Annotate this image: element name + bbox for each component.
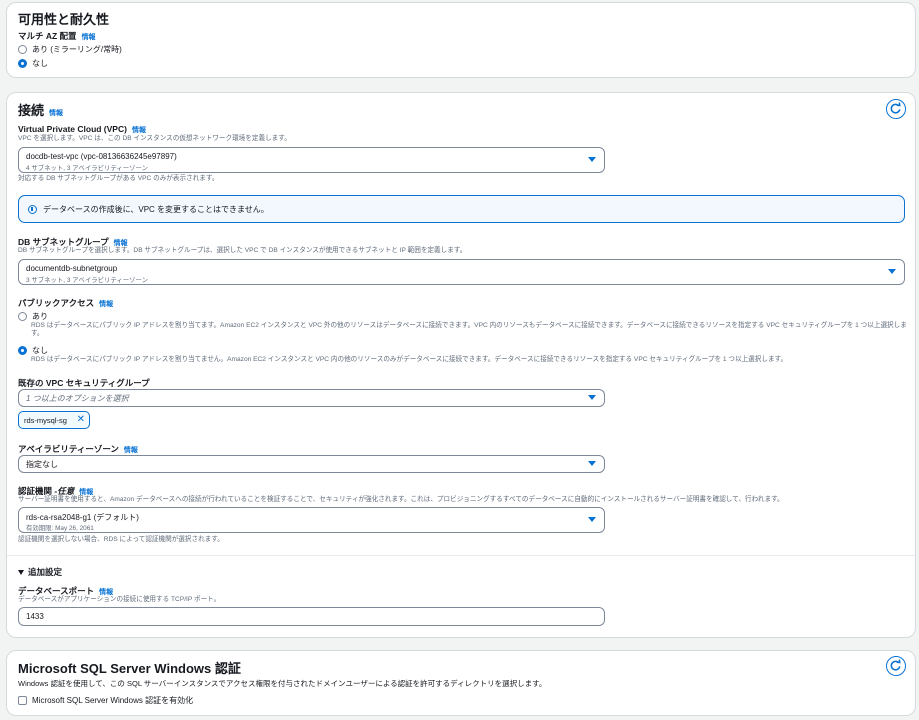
security-group-placeholder: 1 つ以上のオプションを選択 <box>26 394 129 403</box>
az-select[interactable]: 指定なし <box>18 455 605 473</box>
security-group-token: rds-mysql-sg ✕ <box>18 411 90 429</box>
ca-description: サーバー証明書を使用すると、Amazon データベースへの接続が行われていること… <box>18 496 784 503</box>
windows-auth-checkbox-label: Microsoft SQL Server Windows 認証を有効化 <box>32 696 194 705</box>
security-group-select[interactable]: 1 つ以上のオプションを選択 <box>18 389 605 407</box>
multi-az-option-yes[interactable]: あり (ミラーリング/常時) <box>18 44 122 55</box>
az-label: アベイラビリティーゾーン <box>18 444 119 454</box>
radio-label: あり (ミラーリング/常時) <box>32 45 122 54</box>
connectivity-title: 接続 <box>18 103 45 118</box>
radio-label: なし <box>32 59 48 68</box>
az-select-value: 指定なし <box>26 460 58 469</box>
radio-label: あり <box>32 312 48 321</box>
availability-title: 可用性と耐久性 <box>18 12 110 27</box>
caret-down-icon <box>588 461 596 466</box>
vpc-select-sub: 4 サブネット, 3 アベイラビリティーゾーン <box>26 165 149 172</box>
subnet-group-description: DB サブネットグループを選択します。DB サブネットグループは、選択した VP… <box>18 247 467 254</box>
caret-down-icon <box>588 157 596 162</box>
radio-label: なし <box>32 346 48 355</box>
subnet-group-select-sub: 3 サブネット, 3 アベイラビリティーゾーン <box>26 277 149 284</box>
info-circle-icon <box>28 204 37 214</box>
additional-settings-toggle[interactable]: 追加設定 <box>18 566 62 578</box>
triangle-down-icon <box>18 569 24 575</box>
port-input-value: 1433 <box>26 612 44 621</box>
vpc-info-link[interactable]: 情報 <box>132 125 146 135</box>
public-access-yes-description: RDS はデータベースにパブリック IP アドレスを割り当てます。Amazon … <box>31 322 907 338</box>
subnet-group-select-value: documentdb-subnetgroup <box>26 264 118 273</box>
radio-button-selected[interactable] <box>18 346 27 355</box>
public-access-option-yes[interactable]: あり <box>18 311 48 322</box>
security-group-label: 既存の VPC セキュリティグループ <box>18 378 150 388</box>
connectivity-info-link[interactable]: 情報 <box>49 108 63 118</box>
ca-select-value: rds-ca-rsa2048-g1 (デフォルト) <box>26 513 139 522</box>
caret-down-icon <box>588 517 596 522</box>
ca-hint: 認証機関を選択しない場合、RDS によって認証機関が選択されます。 <box>18 536 224 543</box>
multi-az-label: マルチ AZ 配置 <box>18 31 77 41</box>
connectivity-panel: 接続 情報 Virtual Private Cloud (VPC) 情報 VPC… <box>6 92 916 638</box>
vpc-description: VPC を選択します。VPC は、この DB インスタンスの仮想ネットワーク環境… <box>18 135 291 142</box>
vpc-alert-text: データベースの作成後に、VPC を変更することはできません。 <box>43 204 269 214</box>
vpc-select-value: docdb-test-vpc (vpc-08136636245e97897) <box>26 152 177 161</box>
availability-panel: 可用性と耐久性 マルチ AZ 配置 情報 あり (ミラーリング/常時) なし <box>6 2 916 78</box>
vpc-label: Virtual Private Cloud (VPC) <box>18 124 127 134</box>
radio-button[interactable] <box>18 45 27 54</box>
close-icon[interactable]: ✕ <box>77 414 85 426</box>
vpc-select[interactable]: docdb-test-vpc (vpc-08136636245e97897) 4… <box>18 147 605 173</box>
ca-select[interactable]: rds-ca-rsa2048-g1 (デフォルト) 有効期限: May 26, … <box>18 507 605 533</box>
windows-auth-title: Microsoft SQL Server Windows 認証 <box>18 661 241 676</box>
port-description: データベースがアプリケーションの接続に使用する TCP/IP ポート。 <box>18 596 221 603</box>
security-group-token-label: rds-mysql-sg <box>24 415 67 425</box>
radio-button[interactable] <box>18 312 27 321</box>
windows-auth-checkbox-row[interactable]: Microsoft SQL Server Windows 認証を有効化 <box>18 695 193 706</box>
divider <box>7 555 915 556</box>
multi-az-option-no[interactable]: なし <box>18 58 48 69</box>
vpc-alert: データベースの作成後に、VPC を変更することはできません。 <box>18 195 905 223</box>
multi-az-info-link[interactable]: 情報 <box>82 32 96 42</box>
port-input[interactable]: 1433 <box>18 607 605 626</box>
windows-auth-panel: Microsoft SQL Server Windows 認証 Windows … <box>6 650 916 716</box>
checkbox[interactable] <box>18 696 27 705</box>
subnet-group-select[interactable]: documentdb-subnetgroup 3 サブネット, 3 アベイラビリ… <box>18 259 905 285</box>
windows-auth-description: Windows 認証を使用して、この SQL サーバーインスタンスでアクセス権限… <box>18 679 547 688</box>
refresh-icon[interactable] <box>886 656 906 676</box>
caret-down-icon <box>888 269 896 274</box>
additional-settings-title: 追加設定 <box>28 567 63 577</box>
public-access-label: パブリックアクセス <box>18 298 95 308</box>
caret-down-icon <box>588 395 596 400</box>
public-access-no-description: RDS はデータベースにパブリック IP アドレスを割り当てません。Amazon… <box>31 356 788 363</box>
ca-select-sub: 有効期限: May 26, 2061 <box>26 525 94 532</box>
refresh-icon[interactable] <box>886 99 906 119</box>
public-access-option-no[interactable]: なし <box>18 345 48 356</box>
az-info-link[interactable]: 情報 <box>124 445 138 455</box>
radio-button-selected[interactable] <box>18 59 27 68</box>
public-access-info-link[interactable]: 情報 <box>99 299 113 309</box>
vpc-hint: 対応する DB サブネットグループがある VPC のみが表示されます。 <box>18 175 219 182</box>
